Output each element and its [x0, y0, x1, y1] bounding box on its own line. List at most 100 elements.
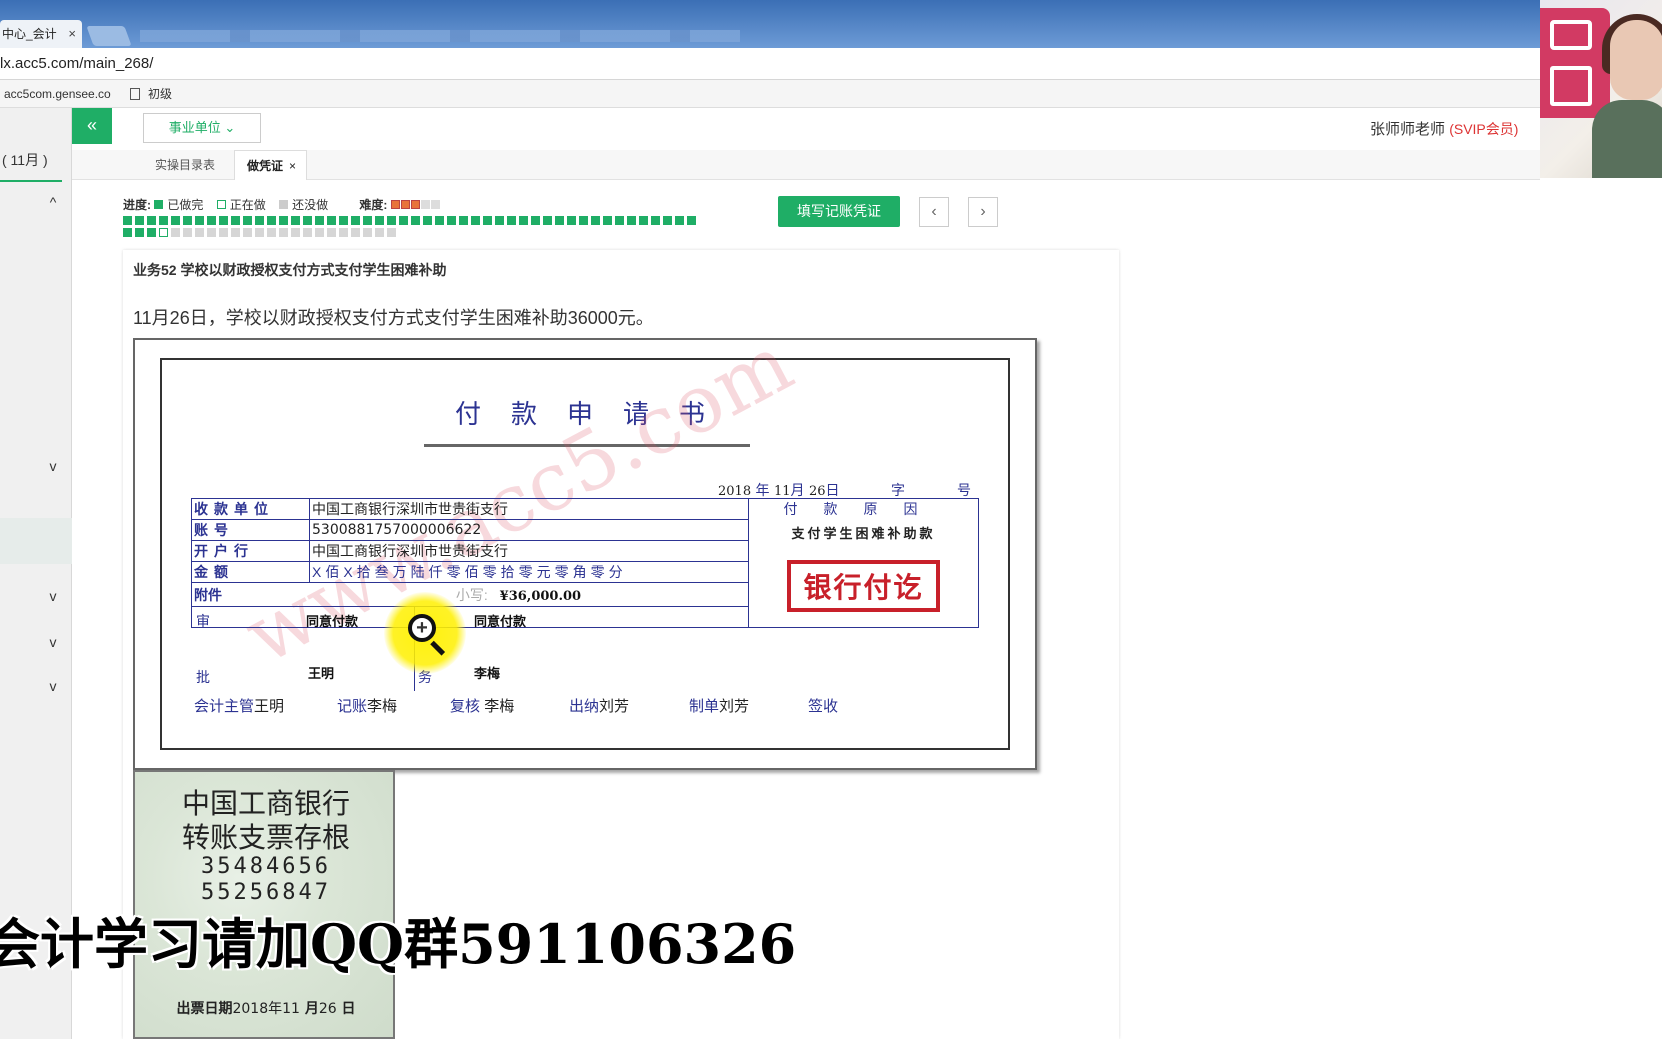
browser-tab[interactable]: 中心_会计 ×	[0, 20, 82, 48]
progress-cell[interactable]	[399, 216, 408, 225]
chevron-down-icon[interactable]: v	[46, 588, 60, 604]
progress-cell[interactable]	[483, 216, 492, 225]
progress-cell[interactable]	[351, 216, 360, 225]
progress-cell[interactable]	[171, 216, 180, 225]
progress-cell[interactable]	[267, 228, 276, 237]
progress-cell[interactable]	[471, 216, 480, 225]
progress-cell[interactable]	[147, 228, 156, 237]
progress-cell[interactable]	[255, 216, 264, 225]
address-bar[interactable]: lx.acc5.com/main_268/	[0, 48, 1540, 80]
zoom-in-icon[interactable]: +	[384, 592, 466, 674]
progress-cell[interactable]	[351, 228, 360, 237]
close-icon[interactable]: ×	[68, 20, 76, 48]
progress-cell[interactable]	[267, 216, 276, 225]
progress-cell[interactable]	[339, 228, 348, 237]
progress-cell[interactable]	[219, 216, 228, 225]
progress-cell[interactable]	[519, 216, 528, 225]
progress-cell[interactable]	[147, 216, 156, 225]
progress-cell[interactable]	[183, 228, 192, 237]
chevron-down-icon[interactable]: v	[46, 678, 60, 694]
progress-cell[interactable]	[579, 216, 588, 225]
month-tab[interactable]: ( 11月 )	[0, 148, 62, 172]
progress-cell[interactable]	[159, 216, 168, 225]
progress-cell[interactable]	[531, 216, 540, 225]
chevron-down-icon[interactable]: v	[46, 458, 60, 474]
collapse-sidebar-button[interactable]: «	[72, 108, 112, 144]
progress-cell[interactable]	[303, 228, 312, 237]
progress-cell[interactable]	[411, 216, 420, 225]
progress-cell[interactable]	[159, 228, 168, 237]
stub-date-label: 出票日期	[176, 1001, 233, 1017]
progress-cell[interactable]	[279, 216, 288, 225]
tab-voucher-label: 做凭证	[247, 159, 284, 173]
progress-cell[interactable]	[231, 216, 240, 225]
progress-cell[interactable]	[243, 228, 252, 237]
progress-cell[interactable]	[543, 216, 552, 225]
progress-cell[interactable]	[231, 228, 240, 237]
progress-cell[interactable]	[627, 216, 636, 225]
stub-date: 出票日期2018年11 月26 日	[135, 998, 397, 1018]
bookmark-gensee[interactable]: acc5com.gensee.co	[4, 80, 111, 108]
progress-cell[interactable]	[603, 216, 612, 225]
progress-cell[interactable]	[375, 216, 384, 225]
progress-cell[interactable]	[327, 216, 336, 225]
progress-cell[interactable]	[663, 216, 672, 225]
progress-cell[interactable]	[207, 216, 216, 225]
progress-cell[interactable]	[195, 228, 204, 237]
prev-button[interactable]: ‹	[919, 197, 949, 227]
progress-cell[interactable]	[387, 216, 396, 225]
progress-cell[interactable]	[291, 228, 300, 237]
progress-cell[interactable]	[243, 216, 252, 225]
progress-cell[interactable]	[567, 216, 576, 225]
progress-cell[interactable]	[387, 228, 396, 237]
new-tab-button[interactable]	[86, 26, 132, 46]
progress-cell[interactable]	[495, 216, 504, 225]
progress-cell[interactable]	[675, 216, 684, 225]
progress-cell[interactable]	[507, 216, 516, 225]
progress-cell[interactable]	[363, 216, 372, 225]
progress-cell[interactable]	[183, 216, 192, 225]
progress-cell[interactable]	[375, 228, 384, 237]
progress-cell[interactable]	[171, 228, 180, 237]
progress-cell[interactable]	[279, 228, 288, 237]
progress-cell[interactable]	[291, 216, 300, 225]
progress-cell[interactable]	[615, 216, 624, 225]
progress-cell[interactable]	[339, 216, 348, 225]
progress-cell[interactable]	[195, 216, 204, 225]
progress-cell[interactable]	[135, 216, 144, 225]
close-icon[interactable]: ×	[289, 159, 296, 173]
unit-type-select[interactable]: 事业单位 ⌄	[143, 113, 261, 143]
teacher-face	[1610, 20, 1662, 100]
magnifier-lens: +	[408, 614, 436, 642]
progress-cell[interactable]	[555, 216, 564, 225]
progress-cell[interactable]	[123, 228, 132, 237]
progress-cell[interactable]	[591, 216, 600, 225]
progress-cell[interactable]	[315, 216, 324, 225]
progress-cell[interactable]	[435, 216, 444, 225]
progress-cell[interactable]	[459, 216, 468, 225]
progress-cell[interactable]	[303, 216, 312, 225]
progress-cell[interactable]	[207, 228, 216, 237]
chevron-up-icon[interactable]: ^	[46, 194, 60, 210]
user-info[interactable]: 张师师老师 (SVIP会员)	[1370, 118, 1518, 139]
teacher-body	[1592, 100, 1662, 178]
progress-cell[interactable]	[135, 228, 144, 237]
progress-cell[interactable]	[639, 216, 648, 225]
sidebar-selected-row[interactable]	[0, 518, 72, 564]
tab-catalog[interactable]: 实操目录表	[155, 156, 215, 173]
progress-cell[interactable]	[219, 228, 228, 237]
progress-cell[interactable]	[447, 216, 456, 225]
progress-cell[interactable]	[255, 228, 264, 237]
next-button[interactable]: ›	[968, 197, 998, 227]
progress-cell[interactable]	[363, 228, 372, 237]
progress-cell[interactable]	[651, 216, 660, 225]
progress-cell[interactable]	[687, 216, 696, 225]
tab-voucher[interactable]: 做凭证 ×	[234, 150, 308, 180]
fill-voucher-button[interactable]: 填写记账凭证	[778, 196, 900, 227]
progress-cell[interactable]	[123, 216, 132, 225]
progress-cell[interactable]	[423, 216, 432, 225]
progress-cell[interactable]	[327, 228, 336, 237]
progress-cell[interactable]	[315, 228, 324, 237]
bookmark-chuji[interactable]: 初级	[130, 80, 172, 108]
chevron-down-icon[interactable]: v	[46, 634, 60, 650]
